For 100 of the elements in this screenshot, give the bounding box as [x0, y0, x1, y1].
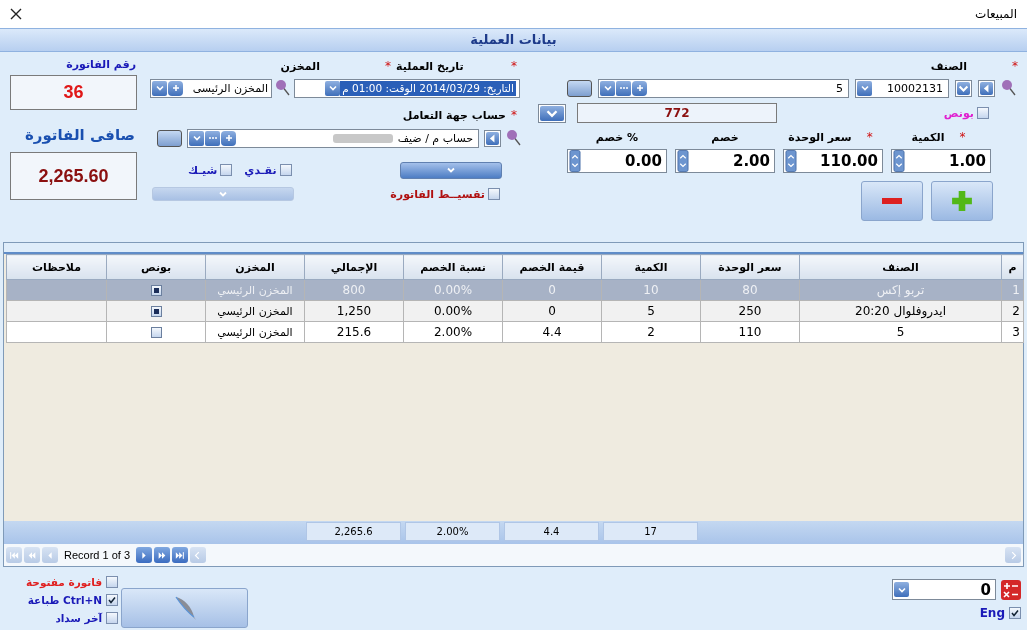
- blank-button[interactable]: [567, 79, 592, 97]
- previous-button[interactable]: [978, 79, 995, 97]
- last-icon: [175, 550, 186, 560]
- column-header[interactable]: نسبة الخصم: [403, 254, 503, 280]
- warehouse-dropdown[interactable]: المخزن الرئيسى: [150, 78, 272, 98]
- spinner-icon[interactable]: [677, 150, 689, 172]
- add-button[interactable]: [168, 80, 183, 96]
- checkbox-label: بونص: [943, 106, 974, 120]
- spinner-icon[interactable]: [893, 150, 905, 172]
- window-title: المبيعات: [975, 7, 1017, 21]
- dropdown-button[interactable]: [955, 79, 972, 97]
- dropdown-button[interactable]: [400, 161, 502, 179]
- more-button[interactable]: [205, 130, 220, 146]
- table-cell: المخزن الرئيسي: [205, 279, 305, 301]
- chevron-icon: [540, 105, 564, 121]
- required-mark: *: [865, 130, 874, 144]
- plus-icon: [223, 133, 234, 143]
- required-mark: *: [510, 59, 518, 73]
- column-header[interactable]: الإجمالي: [304, 254, 404, 280]
- amount-field[interactable]: 0: [892, 579, 996, 600]
- checkbox-label: Eng: [979, 606, 1005, 620]
- table-cell: 2.00%: [403, 321, 503, 343]
- calculator-icon[interactable]: [1001, 579, 1021, 600]
- add-button[interactable]: [221, 130, 236, 146]
- account-label: حساب جهة التعامل: [402, 108, 506, 122]
- column-header[interactable]: الصنف: [799, 254, 1002, 280]
- dropdown-button[interactable]: [538, 103, 566, 123]
- next-record-button[interactable]: [136, 547, 153, 563]
- item-name-field[interactable]: 5: [598, 78, 849, 98]
- total-cell: 17: [603, 522, 698, 541]
- table-cell: 0: [502, 279, 602, 301]
- total-cell: 4.4: [504, 522, 599, 541]
- last-record-button[interactable]: [172, 547, 189, 563]
- dropdown-button[interactable]: [894, 582, 909, 597]
- required-mark: *: [384, 59, 392, 73]
- field-label: الكمية: [911, 130, 945, 144]
- previous-button[interactable]: [484, 129, 501, 147]
- dropdown-button[interactable]: [152, 80, 167, 96]
- column-header[interactable]: م: [1001, 254, 1024, 280]
- date-field[interactable]: التاريخ: 2014/03/29 الوقت: 01:00 م: [294, 78, 520, 98]
- table-cell: 2: [601, 321, 701, 343]
- more-button[interactable]: [616, 80, 631, 96]
- number-field[interactable]: 110.00: [783, 149, 883, 173]
- date-label: تاريخ العملية: [396, 59, 465, 73]
- check-icon: [107, 594, 118, 605]
- next-page-button[interactable]: [154, 547, 171, 563]
- item-label: الصنف: [930, 59, 967, 73]
- spinner-icon[interactable]: [785, 150, 797, 172]
- field-label: خصم: [711, 130, 739, 144]
- column-header[interactable]: المخزن: [205, 254, 305, 280]
- number-field[interactable]: 0.00: [567, 149, 667, 173]
- checkbox[interactable]: [150, 327, 162, 338]
- item-code-field[interactable]: 10002131: [855, 78, 949, 98]
- dropdown-button[interactable]: [325, 80, 341, 96]
- dropdown-button[interactable]: [857, 80, 872, 96]
- checkbox[interactable]: [150, 284, 162, 296]
- checkbox[interactable]: [1009, 607, 1021, 619]
- plus-icon: [170, 83, 181, 93]
- net-total: 2,265.60: [10, 152, 137, 200]
- table-cell: 3: [1001, 321, 1024, 343]
- remove-button[interactable]: [861, 181, 923, 221]
- chevron-icon: [446, 165, 456, 175]
- column-header[interactable]: سعر الوحدة: [700, 254, 800, 280]
- splitter[interactable]: [4, 243, 1023, 254]
- warehouse-label: المخزن: [280, 59, 320, 73]
- checkbox-label: فاتورة مفتوحة: [26, 575, 103, 588]
- checkbox[interactable]: [977, 107, 989, 119]
- required-mark: *: [1011, 59, 1019, 73]
- stock-field: 772: [577, 103, 777, 123]
- checkbox[interactable]: [150, 306, 162, 317]
- dropdown-button[interactable]: [189, 130, 204, 146]
- checkbox[interactable]: [488, 188, 500, 200]
- dropdown-button[interactable]: [600, 80, 615, 96]
- minus-icon: [882, 198, 902, 204]
- number-field[interactable]: 1.00: [891, 149, 991, 173]
- chevron-icon: [602, 83, 613, 93]
- spinner-icon[interactable]: [569, 150, 581, 172]
- blank-button[interactable]: [157, 129, 182, 147]
- table-cell: 2: [1001, 300, 1024, 322]
- field-label: خصم %: [595, 130, 639, 144]
- checkbox[interactable]: [106, 575, 119, 588]
- account-dropdown[interactable]: حساب م / ضيف: [187, 128, 479, 148]
- table-cell: 0.00%: [403, 300, 503, 322]
- column-header[interactable]: بونص: [106, 254, 206, 280]
- checkbox[interactable]: [106, 611, 119, 624]
- checkbox[interactable]: [220, 164, 233, 176]
- table-cell: 0.00%: [403, 279, 503, 301]
- table-cell: 1,250: [304, 300, 404, 322]
- column-header[interactable]: الكمية: [601, 254, 701, 280]
- checkbox[interactable]: [106, 593, 119, 606]
- column-header[interactable]: قيمة الخصم: [502, 254, 602, 280]
- column-header[interactable]: ملاحظات: [6, 254, 107, 280]
- close-icon[interactable]: [10, 8, 22, 20]
- required-mark: *: [510, 108, 518, 122]
- add-button[interactable]: [632, 80, 647, 96]
- checkbox-label: تقسيــط الفاتورة: [390, 187, 485, 201]
- checkbox[interactable]: [279, 164, 292, 176]
- invoice-number: 36: [10, 75, 137, 110]
- table-cell: 5: [799, 321, 1002, 343]
- number-field[interactable]: 2.00: [675, 149, 775, 173]
